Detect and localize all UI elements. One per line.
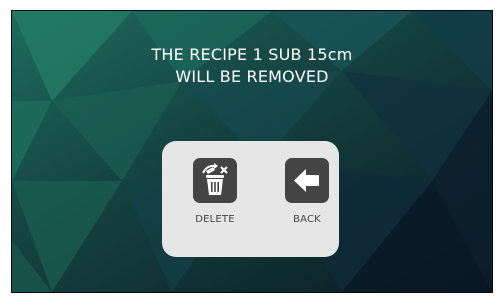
back-button-label: BACK	[293, 214, 321, 225]
delete-button-tile[interactable]	[193, 158, 237, 203]
hmi-screen: THE RECIPE 1 SUB 15cm WILL BE REMOVED DE…	[11, 10, 493, 293]
delete-button[interactable]: DELETE	[185, 158, 245, 236]
message-line-1: THE RECIPE 1 SUB 15cm	[151, 45, 353, 64]
back-button[interactable]: BACK	[277, 158, 337, 236]
delete-button-label: DELETE	[195, 214, 235, 225]
removal-confirmation-message: THE RECIPE 1 SUB 15cm WILL BE REMOVED	[12, 44, 492, 88]
message-line-2: WILL BE REMOVED	[175, 67, 329, 86]
confirm-dialog-panel: DELETE BACK	[162, 141, 339, 257]
trash-icon	[202, 163, 228, 195]
back-button-tile[interactable]	[285, 158, 329, 203]
arrow-left-icon	[294, 169, 319, 192]
